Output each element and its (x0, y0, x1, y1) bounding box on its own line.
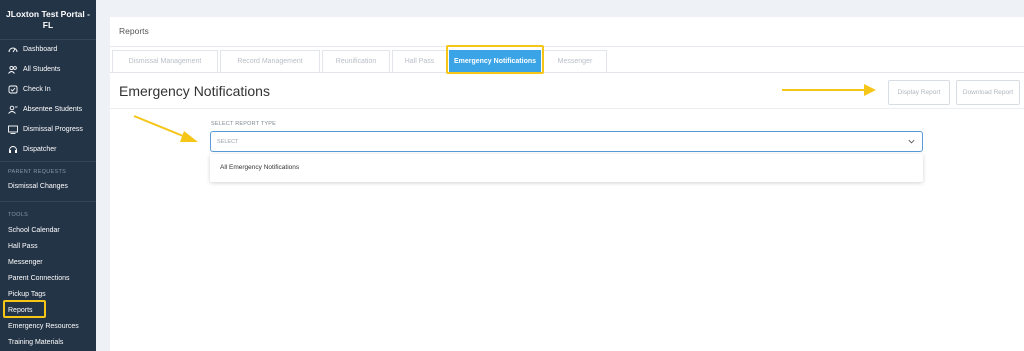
portal-title-line1: JLoxton Test Portal - (6, 9, 90, 19)
sidebar-item-dismissal-changes[interactable]: Dismissal Changes (0, 178, 96, 194)
sidebar-item-label: Dashboard (23, 45, 58, 53)
annotation-arrow-to-buttons (782, 84, 876, 96)
sidebar-item-label: Absentee Students (23, 105, 83, 113)
sidebar-divider (0, 161, 96, 162)
sidebar-item-label: All Students (23, 65, 61, 73)
sidebar-item-label: Dismissal Changes (8, 182, 68, 190)
sidebar-item-label: Training Materials (8, 338, 64, 346)
sidebar-item-label: Hall Pass (8, 242, 38, 250)
sidebar-item-absentee-students[interactable]: Absentee Students (0, 101, 96, 117)
user-minus-icon (8, 105, 18, 114)
sidebar-item-label: Dismissal Progress (23, 125, 83, 133)
sidebar-item-messenger[interactable]: Messenger (0, 254, 96, 270)
sidebar-item-emergency-resources[interactable]: Emergency Resources (0, 318, 96, 334)
page-title: Reports (110, 17, 1024, 47)
sidebar-item-label: Check In (23, 85, 51, 93)
sidebar-item-school-calendar[interactable]: School Calendar (0, 222, 96, 238)
report-tabs: Dismissal Management Record Management R… (110, 48, 1024, 73)
tab-hall-pass[interactable]: Hall Pass (392, 50, 447, 72)
section-heading-tools: TOOLS (8, 212, 29, 218)
annotation-arrow-to-select (133, 115, 198, 142)
main-panel: Reports Dismissal Management Record Mana… (110, 17, 1024, 351)
tab-messenger[interactable]: Messenger (543, 50, 607, 72)
users-icon (8, 65, 18, 74)
emergency-tab-highlight-box (446, 45, 544, 74)
sidebar-item-parent-connections[interactable]: Parent Connections (0, 270, 96, 286)
report-type-placeholder: SELECT (217, 138, 239, 145)
sidebar-item-training-materials[interactable]: Training Materials (0, 334, 96, 350)
divider (110, 108, 1024, 109)
dropdown-option-all-emergency-notifications[interactable]: All Emergency Notifications (220, 164, 299, 171)
sidebar-item-label: Dispatcher (23, 145, 57, 153)
sidebar-item-label: Messenger (8, 258, 43, 266)
sidebar-item-label: Pickup Tags (8, 290, 46, 298)
report-type-dropdown: All Emergency Notifications (210, 154, 923, 182)
sidebar-item-hall-pass[interactable]: Hall Pass (0, 238, 96, 254)
progress-icon (8, 125, 18, 134)
app-window: JLoxton Test Portal - FL Dashboard All S… (0, 0, 1024, 351)
tab-reunification[interactable]: Reunification (322, 50, 390, 72)
portal-title: JLoxton Test Portal - FL (0, 0, 96, 40)
report-type-label: SELECT REPORT TYPE (211, 121, 276, 127)
display-report-button[interactable]: Display Report (888, 80, 950, 105)
report-type-select[interactable]: SELECT (210, 131, 923, 152)
sidebar-item-all-students[interactable]: All Students (0, 61, 96, 77)
check-in-icon (8, 85, 18, 94)
section-heading-parent-requests: PARENT REQUESTS (8, 169, 67, 175)
sidebar: JLoxton Test Portal - FL Dashboard All S… (0, 0, 96, 351)
sidebar-item-dashboard[interactable]: Dashboard (0, 41, 96, 57)
chevron-down-icon (908, 139, 915, 144)
sidebar-item-dismissal-progress[interactable]: Dismissal Progress (0, 121, 96, 137)
dispatcher-icon (8, 145, 18, 154)
sidebar-item-label: Emergency Resources (8, 322, 79, 330)
section-title: Emergency Notifications (119, 83, 270, 99)
portal-title-line2: FL (42, 20, 54, 30)
reports-highlight-box (3, 300, 46, 318)
dashboard-icon (8, 45, 18, 54)
tab-record-management[interactable]: Record Management (220, 50, 320, 72)
tab-dismissal-management[interactable]: Dismissal Management (112, 50, 218, 72)
sidebar-divider (0, 201, 96, 202)
sidebar-item-label: School Calendar (8, 226, 60, 234)
sidebar-item-label: Parent Connections (8, 274, 70, 282)
sidebar-item-dispatcher[interactable]: Dispatcher (0, 141, 96, 157)
download-report-button[interactable]: Download Report (956, 80, 1020, 105)
sidebar-item-check-in[interactable]: Check In (0, 81, 96, 97)
